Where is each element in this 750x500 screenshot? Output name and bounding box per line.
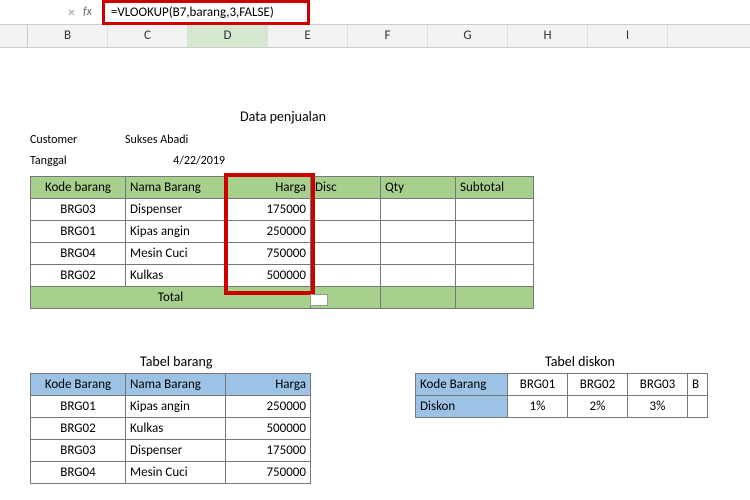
customer-value[interactable]: Sukses Abadi [125,133,225,147]
cell-qty[interactable] [381,199,456,221]
column-headers: B C D E F G H I [0,25,750,48]
cell-nama[interactable]: Dispenser [126,440,226,462]
cell-kode[interactable]: BRG02 [31,418,126,440]
col-header-i[interactable]: I [588,25,668,47]
barang-row: BRG02 Kulkas 500000 [31,418,311,440]
formula-input[interactable]: =VLOOKUP(B7,barang,3,FALSE) [102,0,310,25]
cell-sub[interactable] [456,221,534,243]
cell-disc[interactable] [311,243,381,265]
hdr-sub[interactable]: Subtotal [456,177,534,199]
hdr-diskon[interactable]: Diskon [416,396,508,418]
cell-kode[interactable]: BRG04 [31,243,126,265]
barang-header-row: Kode Barang Nama Barang Harga [31,374,311,396]
sales-table: Kode barang Nama Barang Harga Disc Qty S… [30,176,534,309]
hdr-harga[interactable]: Harga [226,177,311,199]
barang-row: BRG01 Kipas angin 250000 [31,396,311,418]
cell-nama[interactable]: Kipas angin [126,221,226,243]
diskon-val[interactable]: 3% [628,396,688,418]
formula-bar: × fx =VLOOKUP(B7,barang,3,FALSE) [0,0,750,25]
cell-kode[interactable]: BRG03 [31,440,126,462]
col-header-d[interactable]: D [188,25,268,47]
hdr-harga[interactable]: Harga [226,374,311,396]
diskon-col[interactable]: BRG01 [508,374,568,396]
cell-harga[interactable]: 175000 [226,199,311,221]
col-header-b[interactable]: B [28,25,108,47]
cell-kode[interactable]: BRG01 [31,396,126,418]
tanggal-value[interactable]: 4/22/2019 [125,154,225,168]
customer-row: Customer Sukses Abadi [30,133,225,147]
sales-row: BRG03 Dispenser 175000 [31,199,534,221]
cell-disc[interactable] [311,199,381,221]
cell-kode[interactable]: BRG03 [31,199,126,221]
sales-total-row: Total [31,287,534,309]
title-diskon: Tabel diskon [545,353,615,370]
customer-label: Customer [30,133,125,147]
hdr-nama[interactable]: Nama Barang [126,177,226,199]
barang-row: BRG04 Mesin Cuci 750000 [31,462,311,484]
diskon-col[interactable]: BRG02 [568,374,628,396]
col-header-f[interactable]: F [348,25,428,47]
col-header-h[interactable]: H [508,25,588,47]
tanggal-label: Tanggal [30,154,125,168]
diskon-col[interactable]: BRG03 [628,374,688,396]
cell-sub[interactable] [456,265,534,287]
title-barang: Tabel barang [140,353,212,370]
hdr-kode[interactable]: Kode Barang [31,374,126,396]
barang-row: BRG03 Dispenser 175000 [31,440,311,462]
total-qty[interactable] [381,287,456,309]
cell-disc[interactable] [311,221,381,243]
cell-sub[interactable] [456,243,534,265]
total-sub[interactable] [456,287,534,309]
cell-harga[interactable]: 500000 [226,418,311,440]
col-header-e[interactable]: E [268,25,348,47]
cell-nama[interactable]: Mesin Cuci [126,462,226,484]
sales-row: BRG01 Kipas angin 250000 [31,221,534,243]
cell-nama[interactable]: Kulkas [126,265,226,287]
title-penjualan: Data penjualan [240,108,326,125]
diskon-header-row: Kode Barang BRG01 BRG02 BRG03 B [416,374,708,396]
cancel-icon[interactable]: × [68,4,75,21]
hdr-kode[interactable]: Kode Barang [416,374,508,396]
hdr-nama[interactable]: Nama Barang [126,374,226,396]
cell-qty[interactable] [381,265,456,287]
sales-header-row: Kode barang Nama Barang Harga Disc Qty S… [31,177,534,199]
cell-qty[interactable] [381,221,456,243]
diskon-val[interactable]: 2% [568,396,628,418]
cell-nama[interactable]: Mesin Cuci [126,243,226,265]
cell-nama[interactable]: Kipas angin [126,396,226,418]
diskon-val-partial[interactable] [688,396,708,418]
cell-harga[interactable]: 250000 [226,221,311,243]
diskon-table: Kode Barang BRG01 BRG02 BRG03 B Diskon 1… [415,373,708,418]
col-header-g[interactable]: G [428,25,508,47]
cell-harga[interactable]: 500000 [226,265,311,287]
diskon-col-partial[interactable]: B [688,374,708,396]
autofill-options-icon[interactable] [310,294,328,306]
cell-kode[interactable]: BRG01 [31,221,126,243]
fx-label[interactable]: fx [83,5,92,19]
date-row: Tanggal 4/22/2019 [30,154,225,168]
cell-kode[interactable]: BRG02 [31,265,126,287]
cell-qty[interactable] [381,243,456,265]
cell-harga[interactable]: 175000 [226,440,311,462]
select-all-corner[interactable] [0,25,28,47]
cell-sub[interactable] [456,199,534,221]
col-header-c[interactable]: C [108,25,188,47]
sales-row: BRG04 Mesin Cuci 750000 [31,243,534,265]
cell-harga[interactable]: 750000 [226,243,311,265]
hdr-kode[interactable]: Kode barang [31,177,126,199]
cell-disc[interactable] [311,265,381,287]
diskon-val[interactable]: 1% [508,396,568,418]
cell-harga[interactable]: 250000 [226,396,311,418]
total-label[interactable]: Total [31,287,311,309]
cell-nama[interactable]: Kulkas [126,418,226,440]
cell-kode[interactable]: BRG04 [31,462,126,484]
cell-nama[interactable]: Dispenser [126,199,226,221]
hdr-qty[interactable]: Qty [381,177,456,199]
sales-row: BRG02 Kulkas 500000 [31,265,534,287]
barang-table: Kode Barang Nama Barang Harga BRG01 Kipa… [30,373,311,484]
cell-harga[interactable]: 750000 [226,462,311,484]
hdr-disc[interactable]: Disc [311,177,381,199]
diskon-value-row: Diskon 1% 2% 3% [416,396,708,418]
